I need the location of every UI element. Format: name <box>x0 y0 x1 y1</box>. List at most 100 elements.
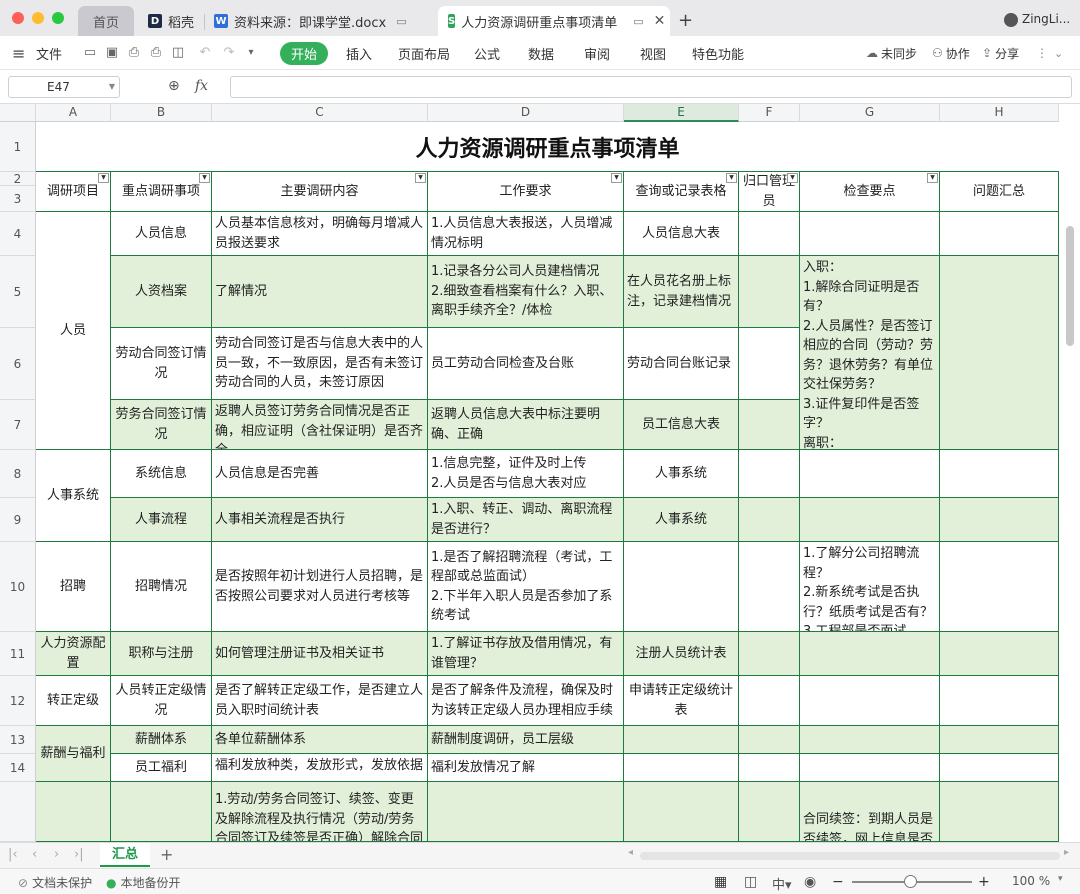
table-cell[interactable]: 人员信息是否完善 <box>212 450 428 498</box>
filter-dropdown-icon[interactable]: ▼ <box>415 173 426 183</box>
table-cell[interactable] <box>940 212 1059 256</box>
normal-view-icon[interactable]: ▦ <box>714 874 727 890</box>
table-cell[interactable]: 申请转正定级统计表 <box>624 676 739 726</box>
sheet-tab-summary[interactable]: 汇总 <box>100 843 150 867</box>
undo-icon[interactable]: ↶ <box>197 45 213 61</box>
monitor-icon[interactable]: ▭ <box>396 15 406 28</box>
table-cell[interactable]: 劳动合同签订是否与信息大表中的人员一致，不一致原因，是否有未签订劳动合同的人员，… <box>212 328 428 400</box>
table-cell[interactable]: 员工劳动合同检查及台账 <box>428 328 624 400</box>
column-header-g[interactable]: G <box>800 104 940 122</box>
more-options-icon[interactable]: ⋮ <box>1036 36 1048 70</box>
column-header-h[interactable]: H <box>940 104 1059 122</box>
table-cell[interactable]: 劳务合同签订情况 <box>111 400 212 450</box>
table-cell[interactable] <box>800 450 940 498</box>
minimize-window-button[interactable] <box>32 12 44 24</box>
table-cell[interactable] <box>739 676 800 726</box>
column-header-e[interactable]: E <box>624 104 739 122</box>
chevron-down-icon[interactable]: ⌄ <box>1054 36 1063 70</box>
table-cell[interactable] <box>624 726 739 754</box>
table-cell[interactable] <box>800 632 940 676</box>
new-tab-icon[interactable]: + <box>678 10 693 31</box>
table-cell[interactable]: 薪酬体系 <box>111 726 212 754</box>
add-sheet-icon[interactable]: + <box>160 845 173 864</box>
row-header-7[interactable]: 7 <box>0 400 36 450</box>
menu-review[interactable]: 审阅 <box>584 36 610 70</box>
next-sheet-icon[interactable]: › <box>54 847 59 862</box>
table-cell[interactable] <box>739 256 800 328</box>
monitor-icon[interactable]: ▭ <box>633 15 643 28</box>
user-name[interactable]: ZingLi... <box>1022 12 1070 26</box>
table-cell[interactable] <box>940 676 1059 726</box>
function-icon[interactable]: fx <box>195 78 208 94</box>
table-cell[interactable]: 福利发放种类，发放形式，发放依据 <box>212 754 428 782</box>
table-cell[interactable]: 人员信息 <box>111 212 212 256</box>
table-cell[interactable]: 1.是否了解招聘流程（考试，工程部或总监面试） 2.下半年入职人员是否参加了系统… <box>428 542 624 632</box>
first-sheet-icon[interactable]: |‹ <box>8 847 18 862</box>
table-cell[interactable] <box>940 542 1059 632</box>
zoom-out-icon[interactable]: − <box>832 874 844 890</box>
table-cell[interactable]: 合同续签：到期人员是否续签，网上信息是否 <box>800 782 940 842</box>
sheet-title[interactable]: 人力资源调研重点事项清单 <box>36 122 1059 172</box>
row-header-9[interactable]: 9 <box>0 498 36 542</box>
header-cell-research-item[interactable]: 调研项目 ▼ <box>36 172 111 212</box>
table-cell[interactable]: 如何管理注册证书及相关证书 <box>212 632 428 676</box>
group-cell-regular[interactable]: 转正定级 <box>36 676 111 726</box>
export-pdf-icon[interactable]: ⎙ <box>126 45 142 61</box>
table-cell[interactable]: 员工信息大表 <box>624 400 739 450</box>
table-cell[interactable] <box>739 542 800 632</box>
column-header-d[interactable]: D <box>428 104 624 122</box>
group-cell-salary[interactable]: 薪酬与福利 <box>36 726 111 782</box>
table-cell[interactable] <box>940 498 1059 542</box>
header-cell-manager[interactable]: 归口管理员 ▼ <box>739 172 800 212</box>
name-box[interactable]: E47 ▼ <box>8 76 120 98</box>
zoom-dropdown-icon[interactable]: ▾ <box>1058 874 1063 884</box>
row-header-4[interactable]: 4 <box>0 212 36 256</box>
table-cell[interactable] <box>800 498 940 542</box>
menu-formula[interactable]: 公式 <box>474 36 500 70</box>
table-cell[interactable] <box>940 450 1059 498</box>
header-cell-requirements[interactable]: 工作要求 ▼ <box>428 172 624 212</box>
header-cell-main-content[interactable]: 主要调研内容 ▼ <box>212 172 428 212</box>
formula-input[interactable] <box>230 76 1072 98</box>
table-cell[interactable]: 职称与注册 <box>111 632 212 676</box>
table-cell[interactable] <box>940 256 1059 450</box>
menu-insert[interactable]: 插入 <box>346 36 372 70</box>
header-cell-issues[interactable]: 问题汇总 <box>940 172 1059 212</box>
table-cell[interactable]: 1.了解证书存放及借用情况，有谁管理？ <box>428 632 624 676</box>
table-cell[interactable]: 劳动合同台账记录 <box>624 328 739 400</box>
table-cell[interactable] <box>739 726 800 754</box>
table-cell[interactable]: 福利发放情况了解 <box>428 754 624 782</box>
table-cell[interactable]: 人员转正定级情况 <box>111 676 212 726</box>
menu-special-features[interactable]: 特色功能 <box>692 36 744 70</box>
table-cell[interactable] <box>739 328 800 400</box>
avatar[interactable] <box>1004 13 1018 27</box>
table-cell[interactable]: 1.人员信息大表报送，人员增减情况标明 <box>428 212 624 256</box>
group-cell-recruit[interactable]: 招聘 <box>36 542 111 632</box>
reading-mode-icon[interactable]: 中▾ <box>772 874 792 893</box>
filter-dropdown-icon[interactable]: ▼ <box>726 173 737 183</box>
spreadsheet-grid[interactable]: A B C D E F G H 1 2 3 4 5 6 7 8 9 10 11 … <box>0 104 1080 842</box>
table-cell[interactable]: 人事系统 <box>624 498 739 542</box>
protect-status[interactable]: ⊘ 文档未保护 <box>18 874 92 891</box>
table-cell[interactable]: 返聘人员签订劳务合同情况是否正确，相应证明（含社保证明）是否齐全 <box>212 400 428 450</box>
table-cell[interactable] <box>739 212 800 256</box>
row-header-10[interactable]: 10 <box>0 542 36 632</box>
table-cell[interactable] <box>940 754 1059 782</box>
header-cell-check-points[interactable]: 检查要点 ▼ <box>800 172 940 212</box>
table-cell[interactable]: 1.记录各分公司人员建档情况 2.细致查看档案有什么？入职、离职手续齐全？/体检 <box>428 256 624 328</box>
table-cell[interactable]: 返聘人员信息大表中标注要明确、正确 <box>428 400 624 450</box>
column-header-a[interactable]: A <box>36 104 111 122</box>
eye-protection-icon[interactable]: ◉ <box>804 874 816 890</box>
table-cell[interactable]: 人员基本信息核对，明确每月增减人员报送要求 <box>212 212 428 256</box>
table-cell[interactable] <box>940 726 1059 754</box>
column-header-f[interactable]: F <box>739 104 800 122</box>
table-cell[interactable]: 系统信息 <box>111 450 212 498</box>
table-cell[interactable]: 薪酬制度调研，员工层级 <box>428 726 624 754</box>
table-cell[interactable]: 各单位薪酬体系 <box>212 726 428 754</box>
vertical-scrollbar[interactable] <box>1066 226 1074 346</box>
table-cell[interactable] <box>624 542 739 632</box>
table-cell[interactable] <box>739 450 800 498</box>
filter-dropdown-icon[interactable]: ▼ <box>98 173 109 183</box>
row-header-8[interactable]: 8 <box>0 450 36 498</box>
tab-docer[interactable]: D 稻壳 <box>138 6 208 36</box>
